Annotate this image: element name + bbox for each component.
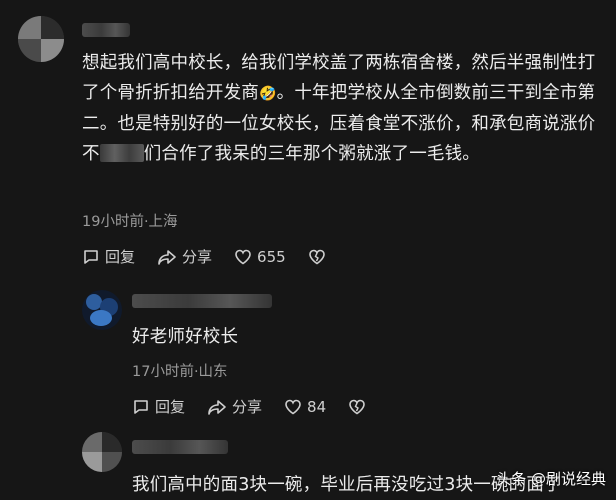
- avatar[interactable]: [82, 290, 122, 330]
- watermark: 头条 @剧说经典: [496, 470, 606, 488]
- username[interactable]: [132, 294, 272, 308]
- share-button[interactable]: 分享: [207, 396, 262, 417]
- share-arrow-icon: [158, 249, 176, 265]
- broken-heart-icon: [308, 249, 325, 264]
- avatar[interactable]: [18, 16, 64, 62]
- chat-bubble-icon: [84, 249, 98, 264]
- share-arrow-icon: [208, 399, 226, 415]
- reply-button[interactable]: 回复: [132, 396, 185, 417]
- dislike-button[interactable]: [308, 248, 331, 266]
- comment-time: 17小时前·山东: [132, 364, 228, 380]
- dislike-button[interactable]: [348, 398, 371, 416]
- like-button[interactable]: 655: [234, 248, 286, 266]
- avatar[interactable]: [82, 432, 122, 472]
- comment-actions: 回复 分享 84: [132, 396, 393, 417]
- blurred-text: [99, 144, 144, 162]
- heart-icon: [235, 249, 251, 264]
- chat-bubble-icon: [134, 399, 148, 414]
- broken-heart-icon: [349, 399, 365, 414]
- like-button[interactable]: 84: [284, 398, 326, 416]
- username[interactable]: [132, 440, 228, 454]
- username[interactable]: [82, 23, 130, 37]
- comment-text: 好老师好校长: [132, 327, 239, 347]
- comment-actions: 回复 分享 655: [82, 246, 353, 267]
- laughing-emoji-icon: 🤣: [259, 86, 277, 102]
- comment-text: 想起我们高中校长，给我们学校盖了两栋宿舍楼，然后半强制性打了个骨折折扣给开发商🤣…: [82, 53, 596, 164]
- reply-button[interactable]: 回复: [82, 246, 135, 267]
- comment-time: 19小时前·上海: [82, 214, 178, 230]
- heart-icon: [285, 399, 301, 414]
- share-button[interactable]: 分享: [157, 246, 212, 267]
